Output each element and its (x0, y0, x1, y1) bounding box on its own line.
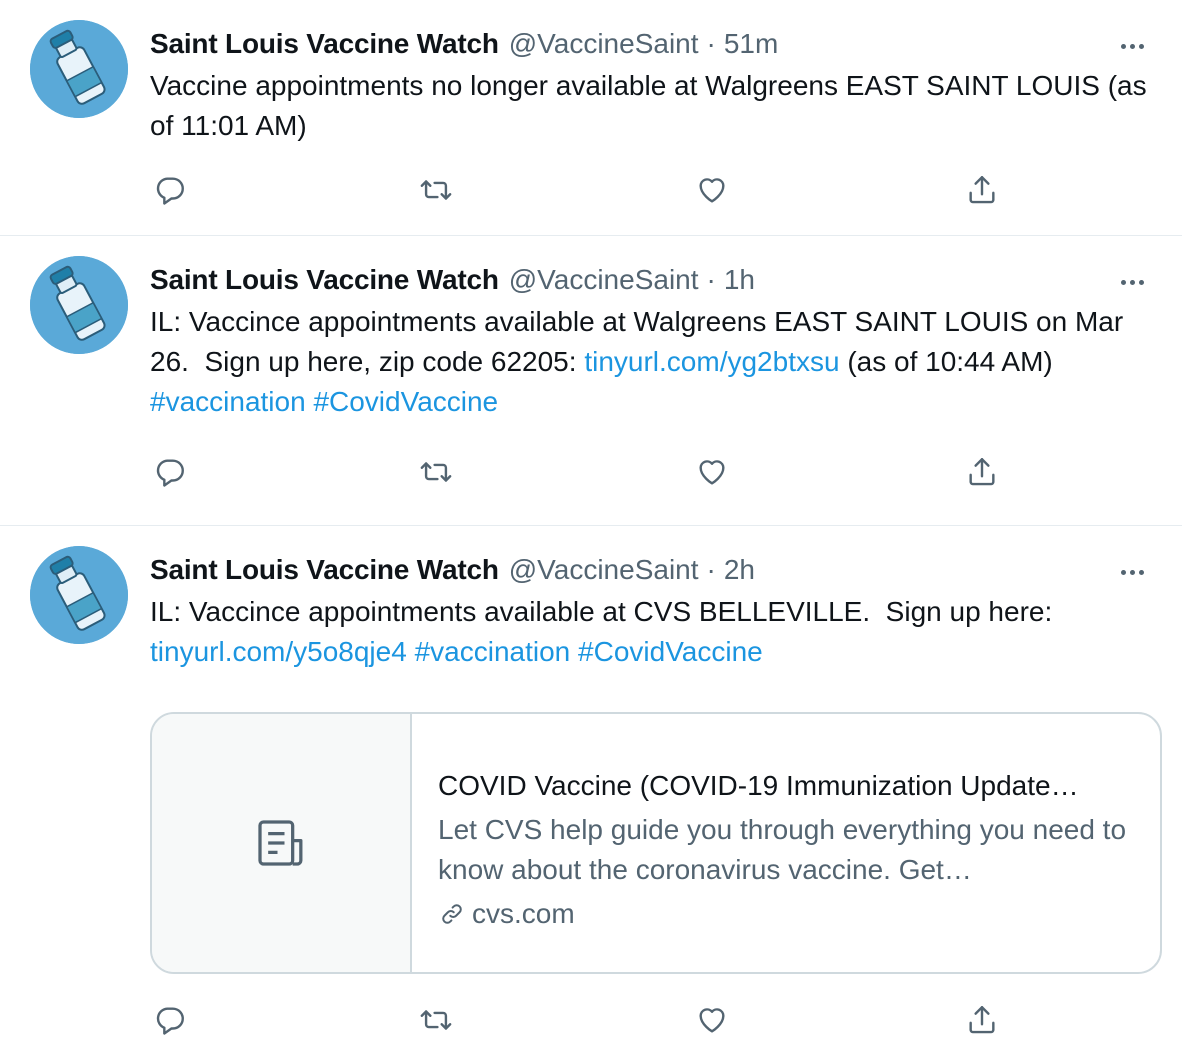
retweet-button[interactable] (414, 998, 458, 1042)
like-icon (699, 178, 725, 203)
hashtag-link[interactable]: #CovidVaccine (313, 386, 498, 417)
avatar[interactable] (30, 546, 128, 644)
tweet[interactable]: Saint Louis Vaccine Watch @VaccineSaint … (0, 0, 1182, 236)
tweet-actions (150, 168, 1010, 212)
vaccine-vial-icon (30, 546, 128, 644)
link-preview-card[interactable]: COVID Vaccine (COVID-19 Immunization Upd… (150, 712, 1162, 974)
avatar[interactable] (30, 256, 128, 354)
avatar[interactable] (30, 20, 128, 118)
reply-icon (156, 1007, 184, 1035)
tweet-text: IL: Vaccince appointments available at C… (150, 592, 1152, 672)
tweet-text-segment (407, 636, 415, 667)
author-name[interactable]: Saint Louis Vaccine Watch (150, 258, 499, 302)
card-media (152, 714, 412, 972)
author-name[interactable]: Saint Louis Vaccine Watch (150, 22, 499, 66)
tweet-header: Saint Louis Vaccine Watch @VaccineSaint … (150, 548, 1152, 592)
vaccine-vial-icon (30, 20, 128, 118)
separator-dot: · (706, 28, 716, 59)
share-button[interactable] (960, 998, 1004, 1042)
tweet-text: Vaccine appointments no longer available… (150, 66, 1152, 146)
reply-icon (156, 459, 184, 487)
retweet-icon (420, 462, 452, 482)
more-icon[interactable] (1112, 552, 1152, 592)
tweet-text-segment: (as of 10:44 AM) (839, 346, 1061, 377)
vaccine-vial-icon (30, 256, 128, 354)
separator-dot: · (706, 264, 716, 295)
like-button[interactable] (690, 168, 734, 212)
like-button[interactable] (690, 450, 734, 494)
reply-button[interactable] (148, 998, 192, 1042)
tweet-text: IL: Vaccince appointments available at W… (150, 302, 1152, 422)
hashtag-link[interactable]: #vaccination (415, 636, 571, 667)
retweet-icon (420, 1010, 452, 1030)
tweet-time[interactable]: 2h (724, 548, 755, 592)
card-title: COVID Vaccine (COVID-19 Immunization Upd… (438, 770, 1079, 801)
reply-button[interactable] (148, 168, 192, 212)
like-icon (699, 460, 725, 485)
separator-dot: · (706, 554, 716, 585)
share-icon (969, 1006, 995, 1034)
share-icon (969, 458, 995, 486)
share-icon (969, 176, 995, 204)
card-body: COVID Vaccine (COVID-19 Immunization Upd… (412, 714, 1160, 972)
card-description: Let CVS help guide you through everythin… (438, 814, 1127, 885)
reply-icon (156, 177, 184, 205)
timeline: Saint Louis Vaccine Watch @VaccineSaint … (0, 0, 1182, 1056)
tweet-header: Saint Louis Vaccine Watch @VaccineSaint … (150, 258, 1152, 302)
retweet-icon (420, 180, 452, 200)
tweet[interactable]: Saint Louis Vaccine Watch @VaccineSaint … (0, 236, 1182, 526)
author-handle[interactable]: @VaccineSaint (509, 22, 699, 66)
tweet-text-segment: IL: Vaccince appointments available at C… (150, 596, 1061, 627)
share-button[interactable] (960, 168, 1004, 212)
like-button[interactable] (690, 998, 734, 1042)
tweet-actions (150, 998, 1010, 1042)
author-handle[interactable]: @VaccineSaint (509, 258, 699, 302)
tweet-header: Saint Louis Vaccine Watch @VaccineSaint … (150, 22, 1152, 66)
tweet-time[interactable]: 51m (724, 22, 778, 66)
more-icon[interactable] (1112, 26, 1152, 66)
author-handle[interactable]: @VaccineSaint (509, 548, 699, 592)
tweet-time[interactable]: 1h (724, 258, 755, 302)
card-domain: cvs.com (438, 894, 1160, 934)
hashtag-link[interactable]: #CovidVaccine (578, 636, 763, 667)
document-icon (258, 820, 303, 866)
share-button[interactable] (960, 450, 1004, 494)
tweet-text-segment (570, 636, 578, 667)
link-icon (442, 904, 462, 924)
url-link[interactable]: tinyurl.com/y5o8qje4 (150, 636, 407, 667)
url-link[interactable]: tinyurl.com/yg2btxsu (584, 346, 839, 377)
reply-button[interactable] (148, 450, 192, 494)
tweet-text-segment: Vaccine appointments no longer available… (150, 70, 1155, 141)
author-name[interactable]: Saint Louis Vaccine Watch (150, 548, 499, 592)
hashtag-link[interactable]: #vaccination (150, 386, 306, 417)
retweet-button[interactable] (414, 450, 458, 494)
like-icon (699, 1008, 725, 1033)
tweet[interactable]: Saint Louis Vaccine Watch @VaccineSaint … (0, 526, 1182, 1056)
tweet-actions (150, 450, 1010, 494)
more-icon[interactable] (1112, 262, 1152, 302)
card-domain-text: cvs.com (472, 898, 575, 929)
retweet-button[interactable] (414, 168, 458, 212)
